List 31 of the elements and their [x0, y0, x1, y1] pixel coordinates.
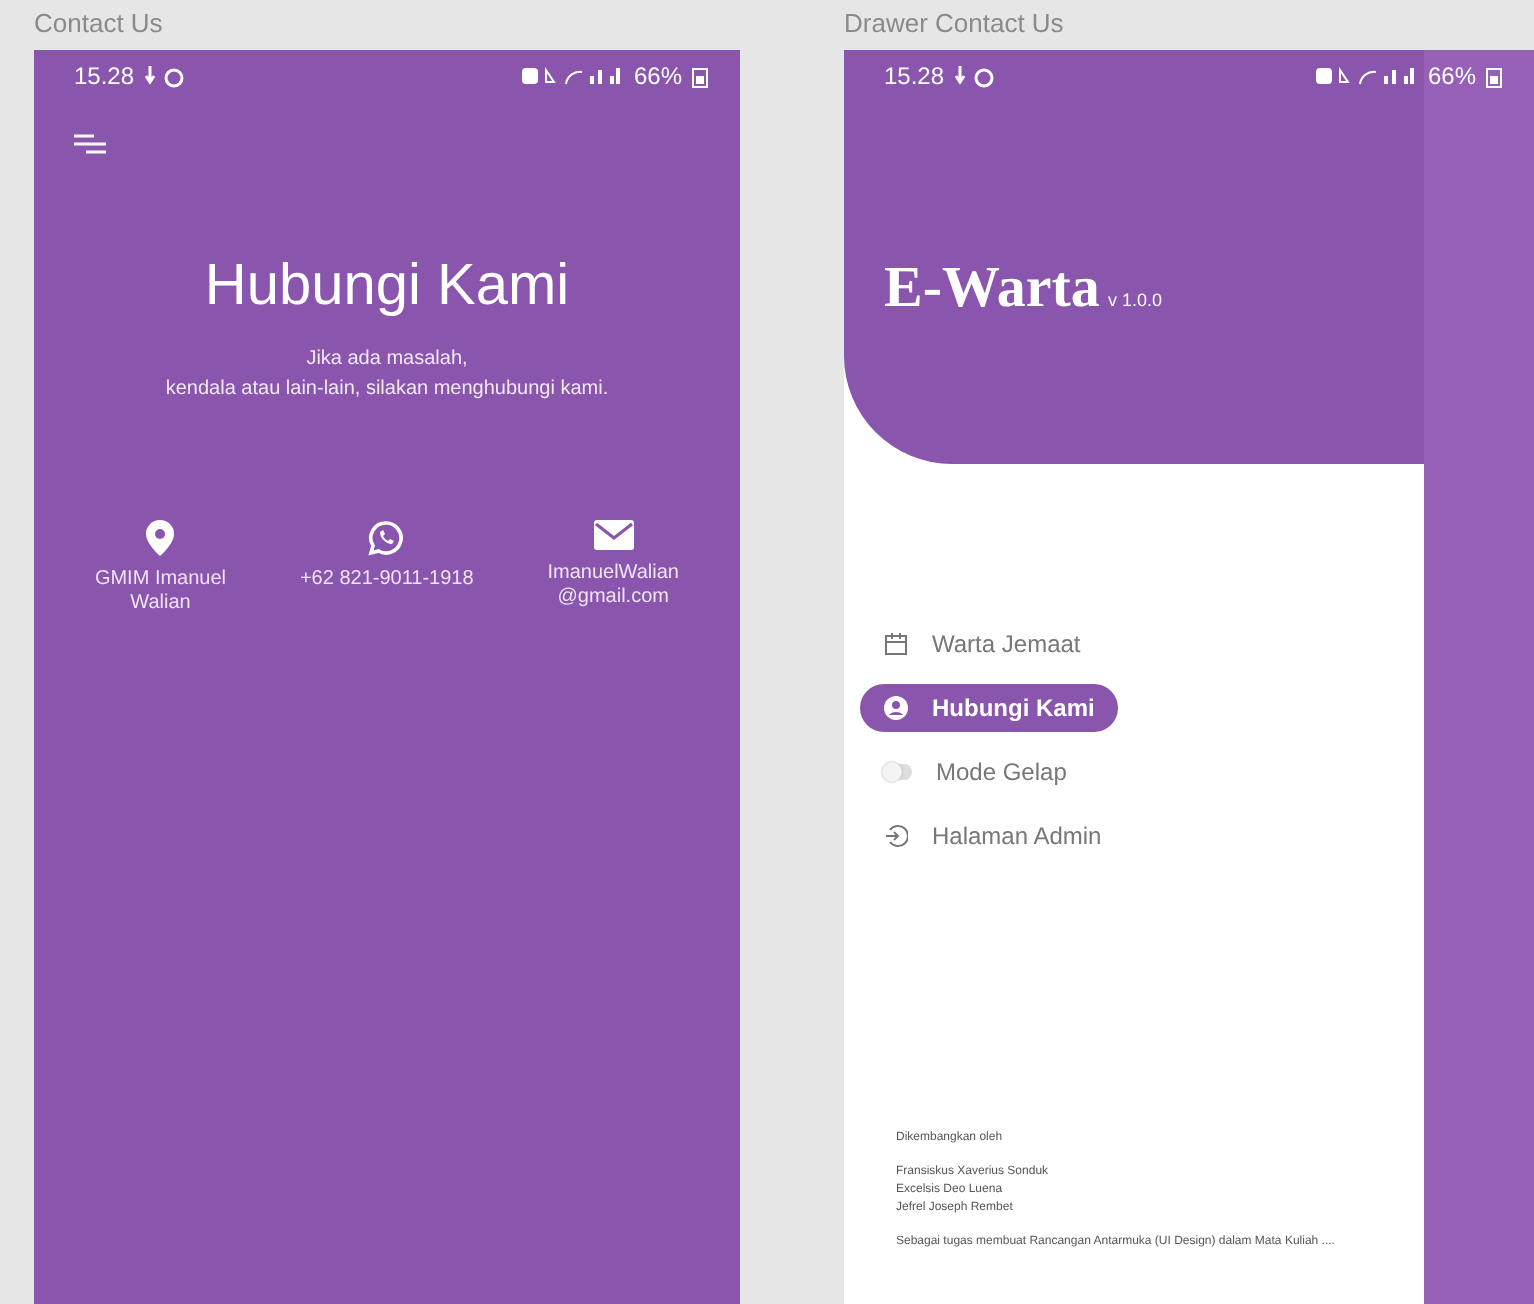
login-icon: [884, 824, 908, 848]
app-name: E-Warta: [884, 256, 1100, 322]
person-icon: [884, 696, 908, 720]
frame-label: Drawer Contact Us: [844, 6, 1066, 42]
drawer-menu-item[interactable]: Mode Gelap: [860, 748, 1091, 796]
toggle-switch[interactable]: [884, 764, 912, 780]
mail-icon[interactable]: [593, 520, 634, 550]
whatsapp-icon[interactable]: [368, 520, 405, 556]
page-subtitle: Jika ada masalah, kendala atau lain-lain, silakan menghubungi kami.: [163, 346, 611, 404]
page-title: Hubungi Kami: [202, 254, 572, 320]
drawer-menu-item[interactable]: Hubungi Kami: [860, 684, 1119, 732]
drawer-menu-item[interactable]: Halaman Admin: [860, 812, 1126, 860]
calendar-icon: [884, 632, 908, 656]
signal-icons: [1313, 64, 1418, 88]
notification-icons: [954, 64, 999, 88]
status-time: 15.28: [884, 62, 945, 90]
contact-text[interactable]: ImanuelWalian @gmail.com: [547, 562, 679, 610]
menu-icon[interactable]: [74, 134, 106, 154]
battery-level: 66%: [633, 62, 682, 90]
notification-icons: [144, 64, 189, 88]
contact-text[interactable]: +62 821-9011-1918: [299, 568, 474, 592]
battery-level: 66%: [1427, 62, 1476, 90]
battery-icon: [1486, 65, 1502, 87]
drawer-menu-item[interactable]: Warta Jemaat: [860, 620, 1105, 668]
frame-label: Contact Us: [34, 6, 165, 42]
battery-icon: [692, 65, 708, 87]
status-time: 15.28: [74, 62, 135, 90]
signal-icons: [519, 64, 624, 88]
contact-text[interactable]: GMIM Imanuel Walian: [94, 568, 227, 616]
app-version: v 1.0.0: [1107, 289, 1162, 309]
location-pin-icon[interactable]: [146, 520, 175, 556]
